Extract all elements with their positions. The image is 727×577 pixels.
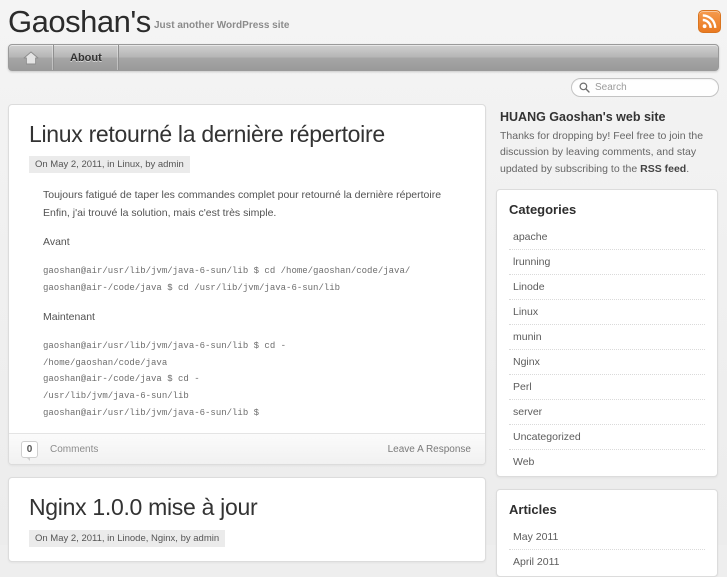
list-item[interactable]: Perl <box>509 375 705 400</box>
rss-icon[interactable] <box>698 10 721 33</box>
post-body: Nginx 1.0.0 mise à jour On May 2, 2011, … <box>9 478 485 560</box>
post-card: Nginx 1.0.0 mise à jour On May 2, 2011, … <box>8 477 486 562</box>
sidebar: HUANG Gaoshan's web site Thanks for drop… <box>496 104 718 577</box>
post-code-after: gaoshan@air/usr/lib/jvm/java-6-sun/lib $… <box>43 340 287 418</box>
site-header: Gaoshan's Just another WordPress site <box>0 0 727 44</box>
site-tagline: Just another WordPress site <box>154 20 290 31</box>
list-item[interactable]: lrunning <box>509 250 705 275</box>
nav-filler <box>119 45 718 70</box>
comment-count-badge[interactable]: 0 <box>21 440 38 461</box>
articles-heading: Articles <box>509 501 557 517</box>
site-title[interactable]: Gaoshan's <box>8 4 151 40</box>
categories-widget: Categories apache lrunning Linode Linux … <box>496 188 718 477</box>
sidebar-intro-heading: HUANG Gaoshan's web site <box>500 110 666 124</box>
list-item[interactable]: Linux <box>509 300 705 325</box>
sidebar-intro-text: Thanks for dropping by! Feel free to joi… <box>500 128 716 177</box>
nav-item-home[interactable] <box>9 45 54 70</box>
sidebar-intro: HUANG Gaoshan's web site Thanks for drop… <box>496 104 718 177</box>
list-item[interactable]: apache <box>509 225 705 250</box>
categories-list: apache lrunning Linode Linux munin Nginx… <box>509 225 705 474</box>
content-area: Linux retourné la dernière répertoire On… <box>8 104 719 577</box>
rss-feed-link[interactable]: RSS feed <box>640 163 686 175</box>
post-paragraph: Toujours fatigué de taper les commandes … <box>43 189 442 219</box>
list-item[interactable]: Web <box>509 450 705 474</box>
comments-label[interactable]: Comments <box>50 444 98 455</box>
articles-widget: Articles May 2011 April 2011 <box>496 488 718 577</box>
post-section-label-maintenant: Maintenant <box>43 310 95 323</box>
post-card: Linux retourné la dernière répertoire On… <box>8 104 486 466</box>
post-title[interactable]: Nginx 1.0.0 mise à jour <box>29 494 465 520</box>
articles-list: May 2011 April 2011 <box>509 525 705 574</box>
main-column: Linux retourné la dernière répertoire On… <box>8 104 486 577</box>
post-meta: On May 2, 2011, in Linode, Nginx, by adm… <box>29 529 226 547</box>
post-body: Linux retourné la dernière répertoire On… <box>9 105 485 421</box>
sidebar-intro-text-after: . <box>686 162 690 175</box>
search-icon <box>579 82 590 93</box>
list-item[interactable]: server <box>509 400 705 425</box>
categories-heading: Categories <box>509 201 577 217</box>
main-navigation[interactable]: About <box>8 44 719 71</box>
post-title[interactable]: Linux retourné la dernière répertoire <box>29 121 465 147</box>
list-item[interactable]: Nginx <box>509 350 705 375</box>
search-placeholder: Search <box>595 82 627 93</box>
nav-item-about[interactable]: About <box>54 45 119 70</box>
list-item[interactable]: munin <box>509 325 705 350</box>
list-item[interactable]: Linode <box>509 275 705 300</box>
list-item[interactable]: April 2011 <box>509 550 705 574</box>
rss-waves-icon <box>702 14 717 29</box>
list-item[interactable]: Uncategorized <box>509 425 705 450</box>
post-footer: 0 Comments Leave A Response <box>9 433 485 465</box>
search-row: Search <box>8 71 719 101</box>
post-code-before: gaoshan@air/usr/lib/jvm/java-6-sun/lib $… <box>43 266 411 294</box>
search-input[interactable]: Search <box>571 78 719 97</box>
home-icon <box>23 51 39 64</box>
leave-a-response-link[interactable]: Leave A Response <box>388 444 471 455</box>
page-root: Gaoshan's Just another WordPress site Ab… <box>0 0 727 577</box>
post-section-label-avant: Avant <box>43 236 70 249</box>
post-meta: On May 2, 2011, in Linux, by admin <box>29 156 190 174</box>
list-item[interactable]: May 2011 <box>509 525 705 550</box>
